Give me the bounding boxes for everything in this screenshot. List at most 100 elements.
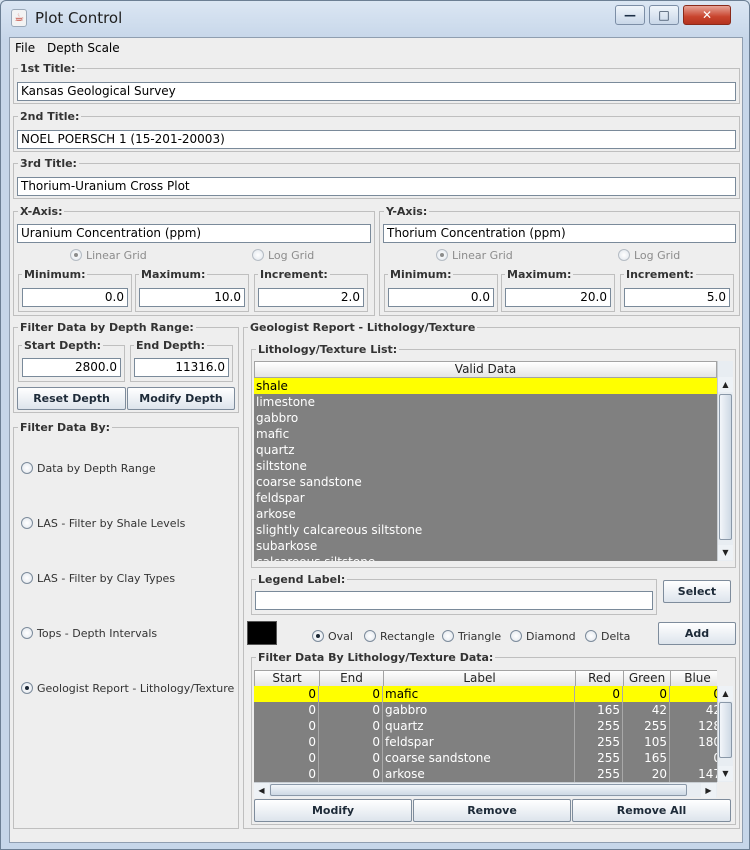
cell-end: 0 (319, 702, 383, 718)
cell-green: 0 (623, 686, 670, 702)
y-maximum-label: Maximum: (505, 268, 574, 281)
reset-depth-button[interactable]: Reset Depth (17, 387, 126, 410)
scroll-thumb[interactable] (270, 784, 687, 796)
x-maximum-group: Maximum: 10.0 (135, 268, 249, 312)
color-swatch[interactable] (247, 621, 277, 645)
x-increment-group: Increment: 2.0 (254, 268, 368, 312)
cell-start: 0 (254, 686, 319, 702)
valid-data-header: Valid Data (254, 361, 717, 378)
scroll-up-icon[interactable]: ▲ (718, 377, 733, 392)
lithology-list-item[interactable]: limestone (254, 394, 717, 410)
lithology-list-item[interactable]: mafic (254, 426, 717, 442)
table-row[interactable]: 00mafic000 (254, 686, 717, 702)
lithology-list-scrollbar[interactable]: ▲ ▼ (717, 361, 733, 561)
menu-file[interactable]: File (15, 41, 35, 55)
lithology-list-item[interactable]: slightly calcareous siltstone (254, 522, 717, 538)
shape-rectangle-radio[interactable]: Rectangle (364, 630, 435, 643)
remove-all-button[interactable]: Remove All (572, 799, 731, 822)
y-axis-title-input[interactable]: Thorium Concentration (ppm) (383, 224, 736, 243)
legend-label-input[interactable] (255, 591, 653, 610)
col-green-header[interactable]: Green (623, 670, 671, 686)
cell-red: 255 (575, 750, 623, 766)
y-maximum-input[interactable]: 20.0 (505, 288, 611, 307)
cell-blue: 0 (670, 686, 717, 702)
lithology-list-item[interactable]: shale (254, 378, 717, 394)
table-row[interactable]: 00gabbro1654242 (254, 702, 717, 718)
maximize-button[interactable]: □ (649, 5, 679, 25)
cell-blue: 147 (670, 766, 717, 782)
client-area: File Depth Scale 1st Title: Kansas Geolo… (9, 37, 743, 843)
filter-depth-range-radio[interactable]: Data by Depth Range (21, 462, 156, 475)
filter-geologist-report-radio[interactable]: Geologist Report - Lithology/Texture (21, 682, 234, 695)
first-title-input[interactable]: Kansas Geological Survey (17, 82, 736, 101)
table-row[interactable]: 00feldspar255105180 (254, 734, 717, 750)
window-title: Plot Control (35, 9, 123, 27)
y-log-grid-label: Log Grid (634, 249, 681, 262)
shape-delta-radio[interactable]: Delta (585, 630, 630, 643)
minimize-button[interactable]: — (615, 5, 645, 25)
col-blue-header[interactable]: Blue (670, 670, 717, 686)
lithology-list-item[interactable]: coarse sandstone (254, 474, 717, 490)
lithology-list-item[interactable]: arkose (254, 506, 717, 522)
lithology-data-label: Filter Data By Lithology/Texture Data: (256, 651, 496, 664)
lithology-list-item[interactable]: quartz (254, 442, 717, 458)
scroll-down-icon[interactable]: ▼ (718, 766, 733, 781)
modify-depth-button[interactable]: Modify Depth (127, 387, 235, 410)
x-maximum-input[interactable]: 10.0 (139, 288, 245, 307)
scroll-up-icon[interactable]: ▲ (718, 686, 733, 701)
lithology-list-item[interactable]: gabbro (254, 410, 717, 426)
col-start-header[interactable]: Start (254, 670, 320, 686)
x-axis-title-input[interactable]: Uranium Concentration (ppm) (17, 224, 371, 243)
lithology-list-item[interactable]: subarkose (254, 538, 717, 554)
remove-button[interactable]: Remove (413, 799, 571, 822)
y-linear-grid-radio[interactable]: Linear Grid (436, 249, 513, 262)
cell-green: 255 (623, 718, 670, 734)
add-button[interactable]: Add (658, 622, 736, 645)
x-increment-input[interactable]: 2.0 (258, 288, 364, 307)
lithology-list-item[interactable]: siltstone (254, 458, 717, 474)
title-bar[interactable]: ☕ Plot Control — □ ✕ (1, 1, 749, 37)
modify-button[interactable]: Modify (254, 799, 412, 822)
scroll-thumb[interactable] (719, 702, 732, 758)
close-button[interactable]: ✕ (683, 5, 731, 25)
lithology-data-table: 00mafic00000gabbro165424200quartz2552551… (254, 686, 717, 782)
col-end-header[interactable]: End (319, 670, 384, 686)
lithology-data-vscrollbar[interactable]: ▲ ▼ (717, 686, 733, 782)
scroll-right-icon[interactable]: ▶ (701, 783, 716, 798)
scroll-down-icon[interactable]: ▼ (718, 545, 733, 560)
filter-shale-levels-radio[interactable]: LAS - Filter by Shale Levels (21, 517, 185, 530)
col-label-header[interactable]: Label (383, 670, 576, 686)
scroll-left-icon[interactable]: ◀ (254, 783, 269, 798)
shape-triangle-radio[interactable]: Triangle (442, 630, 501, 643)
x-log-grid-radio[interactable]: Log Grid (252, 249, 314, 262)
x-linear-grid-radio[interactable]: Linear Grid (70, 249, 147, 262)
cell-label: gabbro (383, 702, 575, 718)
y-increment-input[interactable]: 5.0 (624, 288, 730, 307)
second-title-input[interactable]: NOEL POERSCH 1 (15-201-20003) (17, 130, 736, 149)
cell-label: quartz (383, 718, 575, 734)
lithology-list-item[interactable]: calcareous siltstone (254, 554, 717, 561)
scroll-thumb[interactable] (719, 394, 732, 540)
table-row[interactable]: 00quartz255255128 (254, 718, 717, 734)
end-depth-input[interactable]: 11316.0 (134, 358, 229, 377)
first-title-label: 1st Title: (18, 62, 78, 75)
select-button[interactable]: Select (663, 580, 731, 603)
lithology-list-item[interactable]: feldspar (254, 490, 717, 506)
filter-tops-radio[interactable]: Tops - Depth Intervals (21, 627, 157, 640)
cell-label: feldspar (383, 734, 575, 750)
filter-clay-types-radio[interactable]: LAS - Filter by Clay Types (21, 572, 175, 585)
shape-oval-radio[interactable]: Oval (312, 630, 353, 643)
cell-blue: 180 (670, 734, 717, 750)
x-minimum-input[interactable]: 0.0 (22, 288, 128, 307)
table-row[interactable]: 00coarse sandstone2551650 (254, 750, 717, 766)
y-log-grid-radio[interactable]: Log Grid (618, 249, 680, 262)
start-depth-input[interactable]: 2800.0 (22, 358, 121, 377)
col-red-header[interactable]: Red (575, 670, 624, 686)
cell-start: 0 (254, 718, 319, 734)
third-title-input[interactable]: Thorium-Uranium Cross Plot (17, 177, 736, 196)
menu-depth-scale[interactable]: Depth Scale (47, 41, 120, 55)
y-minimum-input[interactable]: 0.0 (388, 288, 494, 307)
lithology-data-hscrollbar[interactable]: ◀ ▶ (254, 782, 717, 798)
table-row[interactable]: 00arkose25520147 (254, 766, 717, 782)
shape-diamond-radio[interactable]: Diamond (510, 630, 576, 643)
